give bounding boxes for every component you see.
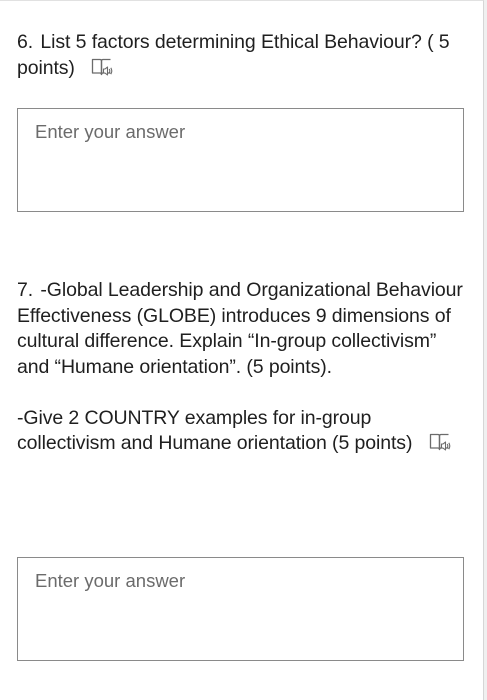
form-page: 6. List 5 factors determining Ethical Be… xyxy=(0,0,484,700)
answer-input-question-6[interactable]: Enter your answer xyxy=(17,108,464,212)
question-7: 7. -Global Leadership and Organizational… xyxy=(17,278,467,457)
answer-placeholder: Enter your answer xyxy=(35,121,186,142)
question-number: 6. xyxy=(17,31,34,53)
answer-input-question-7[interactable]: Enter your answer xyxy=(17,557,464,661)
immersive-reader-icon[interactable] xyxy=(428,431,452,453)
question-number: 7. xyxy=(17,279,34,301)
question-6: 6. List 5 factors determining Ethical Be… xyxy=(17,30,467,81)
question-text: List 5 factors determining Ethical Behav… xyxy=(17,31,450,79)
question-text: -Global Leadership and Organizational Be… xyxy=(17,279,463,378)
question-text-part-1: 7. -Global Leadership and Organizational… xyxy=(17,278,467,380)
answer-placeholder: Enter your answer xyxy=(35,570,186,591)
immersive-reader-icon[interactable] xyxy=(90,56,114,78)
question-text: -Give 2 COUNTRY examples for in-group co… xyxy=(17,406,413,455)
question-text-part-2: -Give 2 COUNTRY examples for in-group co… xyxy=(17,406,467,457)
